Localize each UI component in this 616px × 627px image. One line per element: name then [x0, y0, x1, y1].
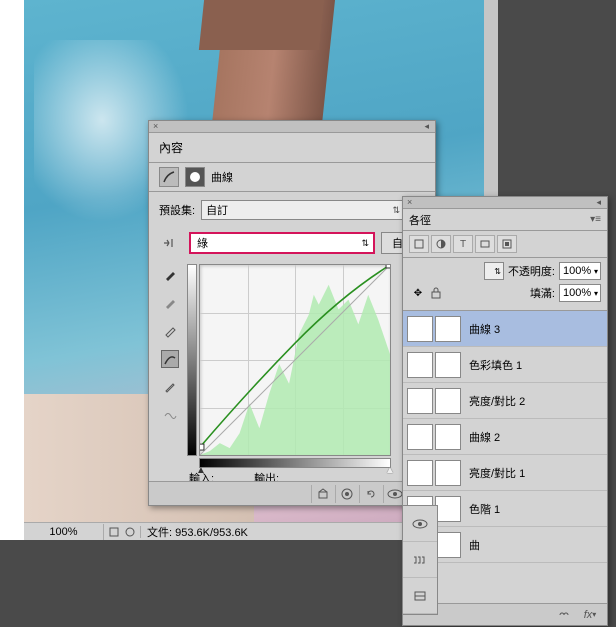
layer-thumb[interactable] — [407, 316, 433, 342]
visibility-toggle[interactable] — [403, 578, 437, 614]
layer-thumb[interactable] — [407, 388, 433, 414]
layer-thumb[interactable] — [407, 352, 433, 378]
file-info: 文件: 953.6K/953.6K — [141, 524, 248, 540]
status-icon-2[interactable] — [124, 526, 136, 538]
fx-label: fx — [584, 609, 593, 621]
collapse-icon[interactable]: ◂ — [596, 197, 601, 208]
curve-line[interactable] — [200, 265, 390, 455]
clip-to-layer-icon[interactable] — [311, 485, 333, 503]
filter-shape-icon[interactable] — [475, 235, 495, 253]
chevron-updown-icon: ⇅ — [361, 238, 369, 249]
blend-mode-dropdown[interactable]: ⇅ — [484, 262, 504, 280]
layer-name[interactable]: 色階 1 — [465, 501, 500, 517]
visibility-column — [402, 505, 438, 615]
layers-tab[interactable]: 各徑 — [409, 212, 590, 228]
opacity-label: 不透明度: — [508, 263, 555, 279]
input-gradient — [199, 458, 391, 468]
channel-value: 綠 — [197, 235, 208, 251]
adjustment-type-label: 曲線 — [211, 169, 233, 185]
preset-value: 自訂 — [206, 202, 228, 218]
eyedropper-white-icon[interactable] — [161, 322, 179, 340]
opacity-input[interactable]: 100%▾ — [559, 262, 601, 280]
layer-item[interactable]: 曲線 3 — [403, 311, 607, 347]
close-icon[interactable]: × — [407, 197, 412, 207]
layer-mask-thumb[interactable] — [435, 352, 461, 378]
chevron-updown-icon: ⇅ — [392, 205, 400, 216]
visibility-toggle[interactable] — [403, 506, 437, 542]
layer-item[interactable]: 亮度/對比 2 — [403, 383, 607, 419]
reset-icon[interactable] — [359, 485, 381, 503]
filter-adjust-icon[interactable] — [431, 235, 451, 253]
opacity-value: 100% — [563, 265, 591, 277]
panel-title[interactable]: 內容 — [149, 133, 435, 163]
layer-item[interactable]: 曲線 2 — [403, 419, 607, 455]
pencil-tool-icon[interactable] — [161, 378, 179, 396]
curves-graph[interactable] — [199, 264, 391, 456]
move-icon[interactable]: ✥ — [411, 286, 425, 300]
view-previous-icon[interactable] — [335, 485, 357, 503]
layer-thumb[interactable] — [407, 424, 433, 450]
layer-name[interactable]: 曲線 2 — [465, 429, 500, 445]
fill-value: 100% — [563, 287, 591, 299]
eyedropper-gray-icon[interactable] — [161, 294, 179, 312]
layers-panel-header[interactable]: × ◂ — [403, 197, 607, 209]
visibility-toggle[interactable] — [403, 542, 437, 578]
lock-icon[interactable] — [429, 286, 443, 300]
layer-thumb[interactable] — [407, 460, 433, 486]
layer-mask-thumb[interactable] — [435, 532, 461, 558]
smooth-tool-icon[interactable] — [161, 406, 179, 424]
layer-name[interactable]: 曲 — [465, 537, 480, 553]
layer-mask-thumb[interactable] — [435, 496, 461, 522]
eyedropper-black-icon[interactable] — [161, 266, 179, 284]
properties-footer — [149, 481, 435, 505]
collapse-icon[interactable]: ◂ — [424, 121, 429, 132]
black-point-slider[interactable]: ▲ — [196, 465, 206, 476]
mask-icon[interactable] — [185, 167, 205, 187]
preset-dropdown[interactable]: 自訂 ⇅ — [201, 200, 405, 220]
layer-name[interactable]: 曲線 3 — [465, 321, 500, 337]
filter-type-icon[interactable]: T — [453, 235, 473, 253]
layer-item[interactable]: 亮度/對比 1 — [403, 455, 607, 491]
preset-label: 預設集: — [159, 202, 195, 218]
layer-mask-thumb[interactable] — [435, 460, 461, 486]
link-layers-icon[interactable] — [555, 607, 573, 623]
zoom-level[interactable]: 100% — [24, 524, 104, 540]
panel-header[interactable]: × ◂ — [149, 121, 435, 133]
layer-mask-thumb[interactable] — [435, 424, 461, 450]
layer-mask-thumb[interactable] — [435, 316, 461, 342]
fx-icon[interactable]: fx▾ — [581, 607, 599, 623]
targeted-adjust-icon[interactable] — [159, 233, 183, 253]
layer-mask-thumb[interactable] — [435, 388, 461, 414]
white-point-slider[interactable]: ▲ — [385, 465, 395, 476]
layer-item[interactable]: 色彩填色 1 — [403, 347, 607, 383]
output-gradient — [187, 264, 197, 456]
status-icon-1[interactable] — [108, 526, 120, 538]
channel-dropdown[interactable]: 綠 ⇅ — [189, 232, 375, 254]
curve-point-tool-icon[interactable] — [161, 350, 179, 368]
panel-menu-icon[interactable]: ▾≡ — [590, 214, 601, 225]
close-icon[interactable]: × — [153, 121, 158, 131]
layer-name[interactable]: 亮度/對比 2 — [465, 393, 525, 409]
layer-name[interactable]: 色彩填色 1 — [465, 357, 522, 373]
fill-input[interactable]: 100%▾ — [559, 284, 601, 302]
properties-panel: × ◂ 內容 曲線 預設集: 自訂 ⇅ 綠 ⇅ 自動 — [148, 120, 436, 506]
filter-pixel-icon[interactable] — [409, 235, 429, 253]
layer-name[interactable]: 亮度/對比 1 — [465, 465, 525, 481]
fill-label: 填滿: — [530, 285, 555, 301]
adjustment-icon[interactable] — [159, 167, 179, 187]
filter-smart-icon[interactable] — [497, 235, 517, 253]
